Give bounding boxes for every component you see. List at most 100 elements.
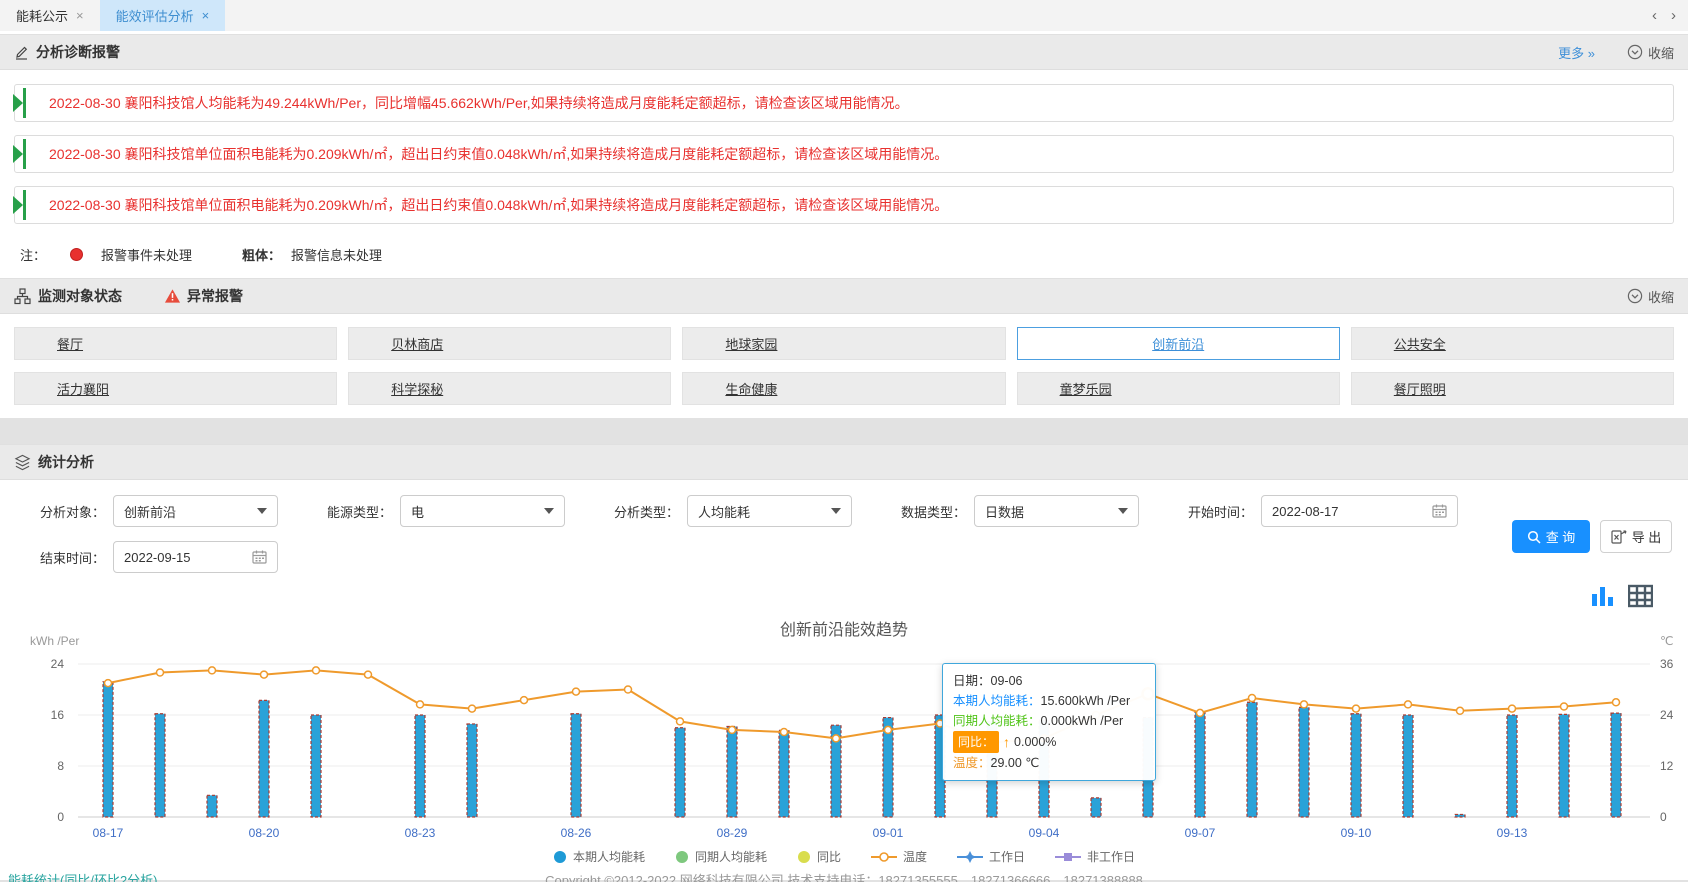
- calendar-icon: [1432, 504, 1447, 518]
- filter-row-1: 分析对象： 创新前沿 能源类型： 电 分析类型： 人均能耗 数据类型： 日数据 …: [0, 494, 1688, 528]
- note-bold-label: 粗体：: [242, 245, 281, 264]
- monitor-object-science-exploration[interactable]: 科学探秘: [348, 372, 671, 405]
- tooltip-date-label: 日期：: [953, 671, 991, 691]
- screen: 能耗公示 × 能效评估分析 × ‹ › 分析诊断报警 更多 » 收缩: [0, 0, 1688, 882]
- alert-item[interactable]: 2022-08-30 襄阳科技馆单位面积电能耗为0.209kWh/㎡，超出日约束…: [14, 186, 1674, 224]
- green-flag-icon: [12, 190, 26, 220]
- svg-text:16: 16: [51, 708, 65, 722]
- arrow-up-icon: ↑: [1003, 732, 1010, 752]
- excel-export-icon: [1611, 529, 1627, 544]
- collapse-circle-icon: [1627, 44, 1643, 60]
- section-title: 监测对象状态: [38, 286, 122, 306]
- tab-efficiency-analysis[interactable]: 能效评估分析 ×: [100, 0, 226, 31]
- filter-label: 能源类型：: [327, 502, 392, 521]
- line-square-marker-icon: [1055, 851, 1081, 863]
- svg-text:09-01: 09-01: [873, 826, 904, 840]
- start-date-input[interactable]: 2022-08-17: [1261, 495, 1458, 527]
- warning-triangle-icon: [164, 288, 181, 304]
- section-title: 统计分析: [38, 452, 94, 472]
- alarm-diagnosis-panel: 分析诊断报警 更多 » 收缩 2022-08-30 襄阳科技馆人均能耗为49.2…: [0, 34, 1688, 278]
- tooltip-previous-label: 同期人均能耗：: [953, 711, 1041, 731]
- legend-non-workday[interactable]: 非工作日: [1055, 848, 1135, 865]
- chevron-left-icon[interactable]: ‹: [1652, 7, 1657, 24]
- data-type-select[interactable]: 日数据: [974, 495, 1139, 527]
- alert-item[interactable]: 2022-08-30 襄阳科技馆单位面积电能耗为0.209kWh/㎡，超出日约束…: [14, 135, 1674, 173]
- legend-previous-consumption[interactable]: 同期人均能耗: [675, 848, 767, 865]
- line-circle-marker-icon: [871, 851, 897, 863]
- svg-text:08-23: 08-23: [405, 826, 436, 840]
- search-icon: [1527, 530, 1541, 544]
- pencil-icon: [14, 44, 29, 60]
- svg-text:0: 0: [57, 810, 64, 824]
- close-icon[interactable]: ×: [202, 8, 210, 23]
- monitor-object-beilin-shop[interactable]: 贝林商店: [348, 327, 671, 360]
- red-dot-icon: [70, 248, 83, 261]
- filter-label: 开始时间：: [1188, 502, 1253, 521]
- monitor-object-life-health[interactable]: 生命健康: [682, 372, 1005, 405]
- svg-text:09-10: 09-10: [1341, 826, 1372, 840]
- monitor-object-innovation-frontier[interactable]: 创新前沿: [1017, 327, 1340, 360]
- monitor-object-canteen-lighting[interactable]: 餐厅照明: [1351, 372, 1674, 405]
- chevron-down-icon: [257, 508, 267, 514]
- chart-legend: 本期人均能耗 同期人均能耗 同比 温度 工作日 非工作日: [0, 848, 1688, 865]
- energy-trend-chart: 081624012243608-1708-2008-2308-2608-2909…: [0, 562, 1688, 862]
- abnormal-alarm-label[interactable]: 异常报警: [164, 286, 243, 306]
- section-title: 分析诊断报警: [36, 42, 120, 62]
- chevron-right-icon[interactable]: ›: [1671, 7, 1676, 24]
- collapse-button[interactable]: 收缩: [1627, 287, 1674, 306]
- monitor-object-grid: 餐厅 贝林商店 地球家园 创新前沿 公共安全 活力襄阳 科学探秘 生命健康 童梦…: [0, 314, 1688, 418]
- line-star-marker-icon: [957, 851, 983, 863]
- tab-scroll-controls: ‹ ›: [1640, 0, 1688, 31]
- close-icon[interactable]: ×: [76, 8, 84, 23]
- analysis-type-select[interactable]: 人均能耗: [687, 495, 852, 527]
- alert-text: 2022-08-30 襄阳科技馆单位面积电能耗为0.209kWh/㎡，超出日约束…: [49, 195, 948, 215]
- analysis-object-select[interactable]: 创新前沿: [113, 495, 278, 527]
- chart-tooltip: 日期：09-06 本期人均能耗：15.600kWh /Per 同期人均能耗：0.…: [942, 663, 1156, 781]
- svg-text:08-17: 08-17: [93, 826, 124, 840]
- note-prefix: 注：: [20, 245, 46, 264]
- monitor-panel-header: 监测对象状态 异常报警 收缩: [0, 278, 1688, 314]
- tooltip-current-label: 本期人均能耗：: [953, 691, 1041, 711]
- dot-marker-icon: [675, 850, 689, 864]
- tab-bar: 能耗公示 × 能效评估分析 × ‹ ›: [0, 0, 1688, 34]
- alert-item[interactable]: 2022-08-30 襄阳科技馆人均能耗为49.244kWh/Per，同比增幅4…: [14, 84, 1674, 122]
- collapse-circle-icon: [1627, 288, 1643, 304]
- legend-current-consumption[interactable]: 本期人均能耗: [553, 848, 645, 865]
- legend-yoy[interactable]: 同比: [797, 848, 841, 865]
- svg-text:08-26: 08-26: [561, 826, 592, 840]
- filter-analysis-object: 分析对象： 创新前沿: [40, 495, 310, 527]
- chevron-down-icon: [831, 508, 841, 514]
- svg-text:0: 0: [1660, 810, 1667, 824]
- dot-marker-icon: [553, 850, 567, 864]
- org-chart-icon: [14, 288, 31, 305]
- filter-label: 分析类型：: [614, 502, 679, 521]
- layers-icon: [14, 454, 31, 471]
- collapse-button[interactable]: 收缩: [1627, 43, 1674, 62]
- legend-note: 注： 报警事件未处理 粗体： 报警信息未处理: [0, 237, 1688, 278]
- more-link[interactable]: 更多 »: [1558, 43, 1595, 62]
- tooltip-temp-label: 温度：: [953, 753, 991, 773]
- svg-text:24: 24: [1660, 708, 1674, 722]
- green-flag-icon: [12, 88, 26, 118]
- filter-label: 分析对象：: [40, 502, 105, 521]
- monitor-object-public-safety[interactable]: 公共安全: [1351, 327, 1674, 360]
- energy-type-select[interactable]: 电: [400, 495, 565, 527]
- query-button[interactable]: 查 询: [1512, 520, 1590, 553]
- monitor-object-earth-home[interactable]: 地球家园: [682, 327, 1005, 360]
- chevron-down-icon: [544, 508, 554, 514]
- monitor-object-vitality-xiangyang[interactable]: 活力襄阳: [14, 372, 337, 405]
- alert-list: 2022-08-30 襄阳科技馆人均能耗为49.244kWh/Per，同比增幅4…: [0, 70, 1688, 224]
- svg-text:09-13: 09-13: [1497, 826, 1528, 840]
- export-button[interactable]: 导 出: [1600, 520, 1672, 553]
- page-footer: 能耗统计(同比/环比2分析) Copyright ©2012-2022 网络科技…: [0, 870, 1688, 882]
- tab-energy-publicity[interactable]: 能耗公示 ×: [0, 0, 100, 31]
- footer-copyright: Copyright ©2012-2022 网络科技有限公司 技术支持电话：182…: [0, 870, 1688, 882]
- monitor-object-canteen[interactable]: 餐厅: [14, 327, 337, 360]
- filter-data-type: 数据类型： 日数据: [901, 495, 1171, 527]
- note-dot-text: 报警事件未处理: [101, 245, 192, 264]
- legend-workday[interactable]: 工作日: [957, 848, 1025, 865]
- alert-text: 2022-08-30 襄阳科技馆单位面积电能耗为0.209kWh/㎡，超出日约束…: [49, 144, 948, 164]
- legend-temperature[interactable]: 温度: [871, 848, 927, 865]
- tooltip-yoy-badge: 同比：: [953, 731, 999, 753]
- monitor-object-children-paradise[interactable]: 童梦乐园: [1017, 372, 1340, 405]
